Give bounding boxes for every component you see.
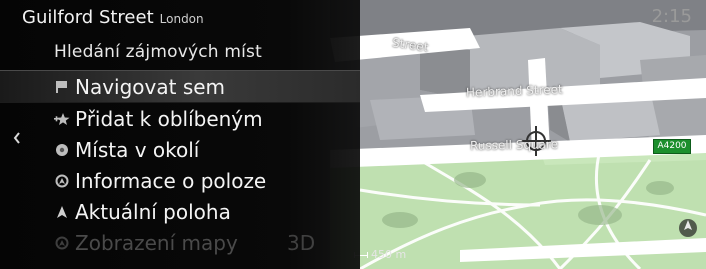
location-info-icon (54, 173, 70, 189)
scale-label: 450 m (371, 248, 407, 261)
clock: 2:15 (651, 6, 692, 27)
map-view-mode-value: 3D (287, 230, 316, 255)
map-scale: 450 m (354, 248, 406, 261)
menu-item-label: Zobrazení mapy (75, 230, 238, 255)
poi-menu-panel: Guilford Street London Hledání zájmových… (0, 0, 360, 269)
menu-item-label: Aktuální poloha (75, 199, 231, 224)
flag-icon (54, 79, 70, 95)
menu-item-navigate-here[interactable]: Navigovat sem (0, 70, 360, 103)
menu-item-location-info[interactable]: Informace o poloze (0, 165, 360, 196)
menu-title: Hledání zájmových míst (54, 42, 262, 62)
map-view-icon (54, 235, 70, 251)
menu-item-label: Navigovat sem (75, 74, 226, 99)
menu-item-nearby-places[interactable]: Místa v okolí (0, 134, 360, 165)
menu-item-label: Informace o poloze (75, 168, 267, 193)
add-favorite-star-icon (54, 111, 70, 127)
poi-menu-list: Navigovat sem Přidat k oblíbeným Místa v… (0, 70, 360, 258)
city-name: London (159, 12, 204, 26)
current-position-arrow-icon (54, 204, 70, 220)
menu-item-add-favorite[interactable]: Přidat k oblíbeným (0, 103, 360, 134)
menu-item-label: Místa v okolí (75, 137, 200, 162)
map-street-label: Russell Square (469, 137, 559, 153)
navigation-screen: Street Herbrand Street Russell Square A4… (0, 0, 706, 269)
location-header: Guilford Street London (22, 7, 204, 35)
road-number-badge: A4200 (653, 139, 691, 154)
poi-icon (54, 142, 70, 158)
menu-item-map-view[interactable]: Zobrazení mapy 3D (0, 227, 360, 258)
street-name: Guilford Street (22, 7, 154, 28)
menu-item-current-position[interactable]: Aktuální poloha (0, 196, 360, 227)
menu-item-label: Přidat k oblíbeným (75, 106, 263, 131)
compass-icon (679, 219, 697, 237)
